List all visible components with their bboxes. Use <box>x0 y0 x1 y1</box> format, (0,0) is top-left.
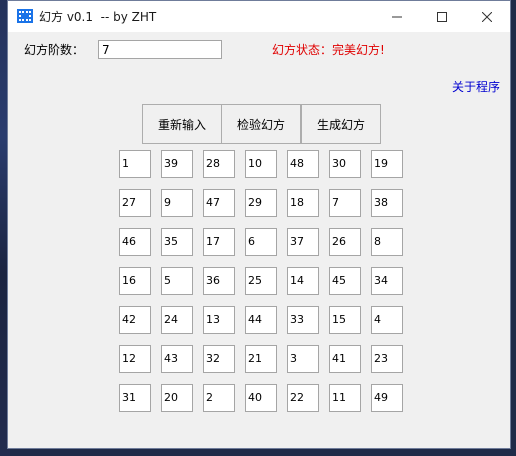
app-window: 幻方 v0.1 -- by ZHT 幻方阶数： 幻方状态： 完美幻方! 关于程序… <box>7 0 511 449</box>
grid-cell[interactable]: 26 <box>329 228 361 256</box>
minimize-button[interactable] <box>374 1 420 32</box>
minimize-icon <box>392 16 402 17</box>
grid-cell[interactable]: 24 <box>161 306 193 334</box>
grid-cell[interactable]: 17 <box>203 228 235 256</box>
maximize-button[interactable] <box>419 1 465 32</box>
grid-cell[interactable]: 45 <box>329 267 361 295</box>
grid-cell[interactable]: 1 <box>119 150 151 178</box>
grid-cell[interactable]: 33 <box>287 306 319 334</box>
grid-cell[interactable]: 9 <box>161 189 193 217</box>
title-bar[interactable]: 幻方 v0.1 -- by ZHT <box>8 1 510 32</box>
grid-cell[interactable]: 8 <box>371 228 403 256</box>
grid-cell[interactable]: 12 <box>119 345 151 373</box>
grid-cell[interactable]: 44 <box>245 306 277 334</box>
grid-cell[interactable]: 22 <box>287 384 319 412</box>
grid-cell[interactable]: 6 <box>245 228 277 256</box>
grid-cell[interactable]: 35 <box>161 228 193 256</box>
reenter-button[interactable]: 重新输入 <box>142 104 222 144</box>
grid-cell[interactable]: 42 <box>119 306 151 334</box>
grid-cell[interactable]: 31 <box>119 384 151 412</box>
grid-cell[interactable]: 36 <box>203 267 235 295</box>
grid-cell[interactable]: 10 <box>245 150 277 178</box>
grid-cell[interactable]: 19 <box>371 150 403 178</box>
window-title: 幻方 v0.1 -- by ZHT <box>39 10 157 24</box>
grid-cell[interactable]: 11 <box>329 384 361 412</box>
grid-cell[interactable]: 25 <box>245 267 277 295</box>
grid-cell[interactable]: 27 <box>119 189 151 217</box>
status-value: 完美幻方! <box>332 43 385 57</box>
grid-cell[interactable]: 49 <box>371 384 403 412</box>
grid-cell[interactable]: 2 <box>203 384 235 412</box>
grid-cell[interactable]: 41 <box>329 345 361 373</box>
grid-cell[interactable]: 23 <box>371 345 403 373</box>
order-input[interactable] <box>98 40 222 59</box>
grid-cell[interactable]: 43 <box>161 345 193 373</box>
grid-cell[interactable]: 48 <box>287 150 319 178</box>
grid-cell[interactable]: 39 <box>161 150 193 178</box>
grid-cell[interactable]: 32 <box>203 345 235 373</box>
grid-cell[interactable]: 29 <box>245 189 277 217</box>
grid-cell[interactable]: 20 <box>161 384 193 412</box>
order-label: 幻方阶数： <box>24 43 85 57</box>
grid-cell[interactable]: 40 <box>245 384 277 412</box>
magic-square-grid: 1 39 28 10 48 30 19 27 9 47 29 18 7 38 4… <box>119 150 403 412</box>
generate-button[interactable]: 生成幻方 <box>301 104 381 144</box>
grid-cell[interactable]: 5 <box>161 267 193 295</box>
grid-cell[interactable]: 3 <box>287 345 319 373</box>
grid-cell[interactable]: 16 <box>119 267 151 295</box>
grid-cell[interactable]: 37 <box>287 228 319 256</box>
maximize-icon <box>437 11 447 22</box>
grid-cell[interactable]: 30 <box>329 150 361 178</box>
status-label: 幻方状态： <box>272 43 333 57</box>
grid-cell[interactable]: 15 <box>329 306 361 334</box>
grid-cell[interactable]: 38 <box>371 189 403 217</box>
grid-cell[interactable]: 47 <box>203 189 235 217</box>
grid-cell[interactable]: 14 <box>287 267 319 295</box>
grid-cell[interactable]: 18 <box>287 189 319 217</box>
close-button[interactable] <box>464 1 510 32</box>
about-link[interactable]: 关于程序 <box>452 78 500 95</box>
grid-cell[interactable]: 13 <box>203 306 235 334</box>
grid-app-icon <box>17 9 33 23</box>
check-button[interactable]: 检验幻方 <box>221 104 301 144</box>
grid-cell[interactable]: 46 <box>119 228 151 256</box>
grid-cell[interactable]: 34 <box>371 267 403 295</box>
grid-cell[interactable]: 4 <box>371 306 403 334</box>
grid-cell[interactable]: 21 <box>245 345 277 373</box>
grid-cell[interactable]: 28 <box>203 150 235 178</box>
grid-cell[interactable]: 7 <box>329 189 361 217</box>
close-icon <box>482 11 492 22</box>
